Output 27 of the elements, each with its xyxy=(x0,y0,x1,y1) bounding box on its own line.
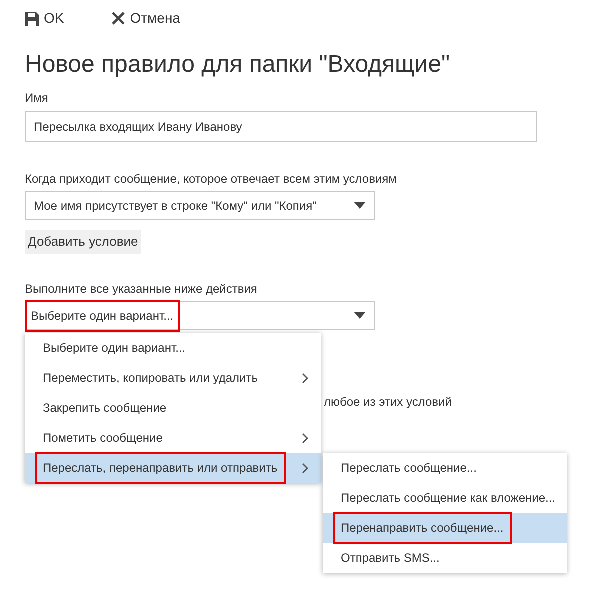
cancel-button[interactable]: Отмена xyxy=(112,8,180,29)
page-title: Новое правило для папки "Входящие" xyxy=(25,50,452,79)
save-icon xyxy=(25,12,39,26)
submenu-item[interactable]: Переслать сообщение как вложение... xyxy=(323,483,567,513)
menu-item[interactable]: Пометить сообщение xyxy=(25,423,321,453)
submenu-item[interactable]: Перенаправить сообщение... xyxy=(323,513,567,543)
add-condition-button[interactable]: Добавить условие xyxy=(25,230,142,254)
menu-item[interactable]: Переслать, перенаправить или отправить xyxy=(25,453,321,483)
condition-text: любое из этих условий xyxy=(324,394,452,411)
field-label: Имя xyxy=(25,91,50,105)
condition-dropdown[interactable]: Мое имя присутствует в строке "Кому" или "Копия" xyxy=(25,191,375,220)
menu-item[interactable]: Переместить, копировать или удалить xyxy=(25,363,321,393)
field-label: Когда приходит сообщение, которое отвечает всем этим условиям xyxy=(25,172,398,186)
chevron-right-icon xyxy=(302,462,309,474)
dropdown-arrow-icon xyxy=(354,202,366,209)
menu-item[interactable]: Выберите один вариант... xyxy=(25,333,321,363)
submenu-item[interactable]: Переслать сообщение... xyxy=(323,453,567,483)
submenu-item[interactable]: Отправить SMS... xyxy=(323,543,567,573)
action-dropdown[interactable]: Выберите один вариант... xyxy=(25,301,375,330)
dropdown-arrow-icon xyxy=(354,312,366,319)
chevron-right-icon xyxy=(302,372,309,384)
name-field[interactable]: Пересылка входящих Ивану Иванову xyxy=(25,111,537,142)
close-icon xyxy=(112,12,126,25)
chevron-right-icon xyxy=(302,432,309,444)
field-label: Выполните все указанные ниже действия xyxy=(25,282,258,296)
menu-item[interactable]: Закрепить сообщение xyxy=(25,393,321,423)
ok-button[interactable]: OK xyxy=(25,8,64,29)
